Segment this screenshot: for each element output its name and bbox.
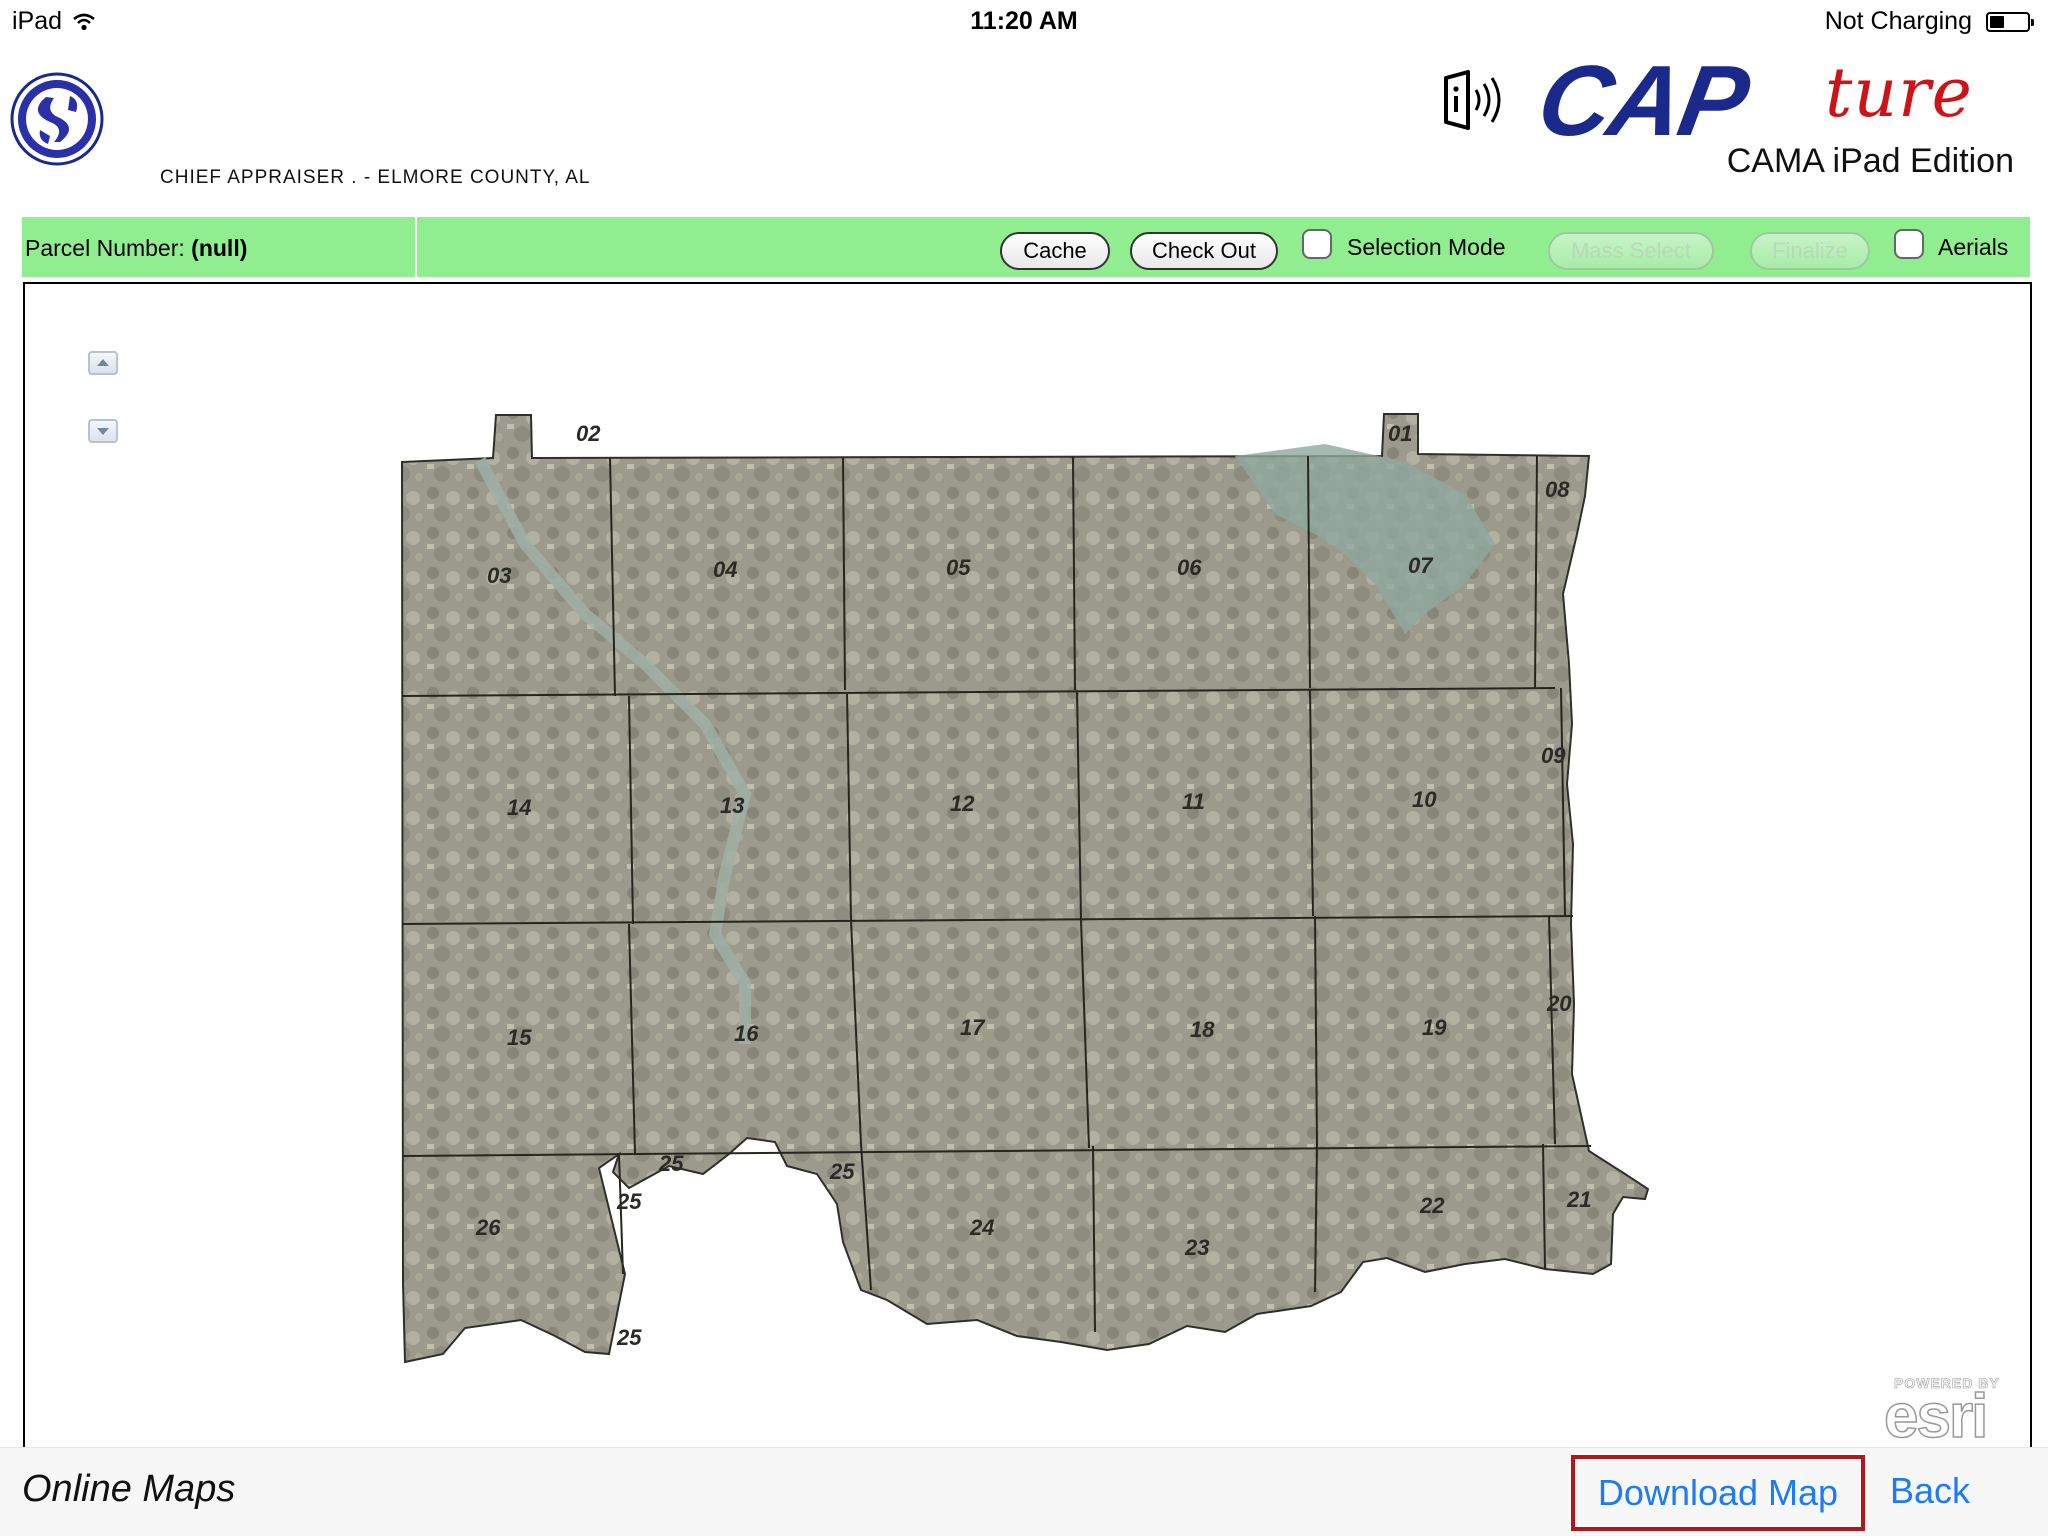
section-label: 04: [713, 557, 737, 582]
aerials-checkbox[interactable]: [1894, 229, 1924, 259]
section-label: 16: [734, 1021, 759, 1046]
section-label: 05: [946, 555, 971, 580]
section-label: 26: [475, 1215, 501, 1240]
section-label: 25: [658, 1151, 684, 1176]
section-label: 07: [1408, 553, 1434, 578]
section-label: 23: [1184, 1235, 1209, 1260]
edition-label: CAMA iPad Edition: [1726, 142, 2014, 180]
bottom-bar-title: Online Maps: [22, 1468, 236, 1510]
section-label: 18: [1190, 1017, 1215, 1042]
section-label: 02: [576, 421, 601, 446]
aerials-label: Aerials: [1938, 234, 2009, 260]
section-label: 06: [1177, 555, 1202, 580]
section-label: 25: [829, 1159, 855, 1184]
section-label: 21: [1566, 1187, 1591, 1212]
bottom-bar: Online Maps Download Map Back: [0, 1447, 2048, 1536]
org-name: CHIEF APPRAISER . - ELMORE COUNTY, AL: [160, 167, 591, 188]
section-label: 25: [616, 1325, 642, 1350]
download-map-button[interactable]: Download Map: [1571, 1455, 1865, 1531]
county-section-map[interactable]: 01 02 03 04 05 06 07 08 09 10 11 12 13 1…: [25, 284, 2032, 1447]
section-label: 24: [969, 1215, 994, 1240]
parcel-number-label: Parcel Number: (null): [25, 235, 247, 262]
section-label: 14: [507, 795, 531, 820]
status-right: Not Charging: [1824, 7, 2034, 36]
map-view[interactable]: 01 02 03 04 05 06 07 08 09 10 11 12 13 1…: [23, 282, 2032, 1447]
parcel-number-value: (null): [191, 235, 248, 261]
section-label: 09: [1541, 743, 1566, 768]
section-label: 17: [960, 1015, 986, 1040]
battery-status-text: Not Charging: [1824, 7, 1972, 35]
finalize-button[interactable]: Finalize: [1750, 232, 1870, 270]
parcel-number-cell: Parcel Number: (null): [22, 217, 417, 277]
brand-secondary: ture: [1825, 54, 1973, 133]
back-button[interactable]: Back: [1890, 1470, 1970, 1512]
esri-attribution: POWERED BY esri: [1883, 1373, 2012, 1447]
selection-mode-label: Selection Mode: [1347, 234, 1506, 260]
info-speaker-icon[interactable]: [1442, 70, 1508, 130]
section-label: 01: [1388, 421, 1412, 446]
section-label: 11: [1182, 789, 1205, 814]
capture-brand-logo: CAP ture: [1530, 44, 2030, 157]
status-time: 11:20 AM: [970, 7, 1078, 35]
county-logo-icon: [10, 72, 104, 166]
battery-level: [1990, 15, 2005, 28]
parcel-number-caption: Parcel Number:: [25, 235, 185, 261]
cache-button[interactable]: Cache: [1000, 232, 1110, 270]
section-label: 12: [950, 791, 975, 816]
status-bar: iPad 11:20 AM Not Charging: [0, 0, 2048, 42]
section-label: 19: [1422, 1015, 1447, 1040]
esri-logo: esri: [1883, 1381, 1989, 1447]
parcel-toolbar: Parcel Number: (null) Cache Check Out Se…: [22, 217, 2030, 277]
check-out-button[interactable]: Check Out: [1130, 232, 1278, 270]
section-label: 08: [1545, 477, 1570, 502]
section-label: 10: [1412, 787, 1437, 812]
battery-icon: [1986, 11, 2034, 32]
section-label: 13: [720, 793, 744, 818]
mass-select-button[interactable]: Mass Select: [1548, 232, 1714, 270]
brand-primary: CAP: [1530, 45, 1756, 157]
section-label: 15: [507, 1025, 532, 1050]
section-label: 25: [616, 1189, 642, 1214]
section-label: 20: [1546, 991, 1572, 1016]
section-label: 22: [1419, 1193, 1445, 1218]
selection-mode-checkbox[interactable]: [1302, 229, 1332, 259]
section-label: 03: [487, 563, 511, 588]
